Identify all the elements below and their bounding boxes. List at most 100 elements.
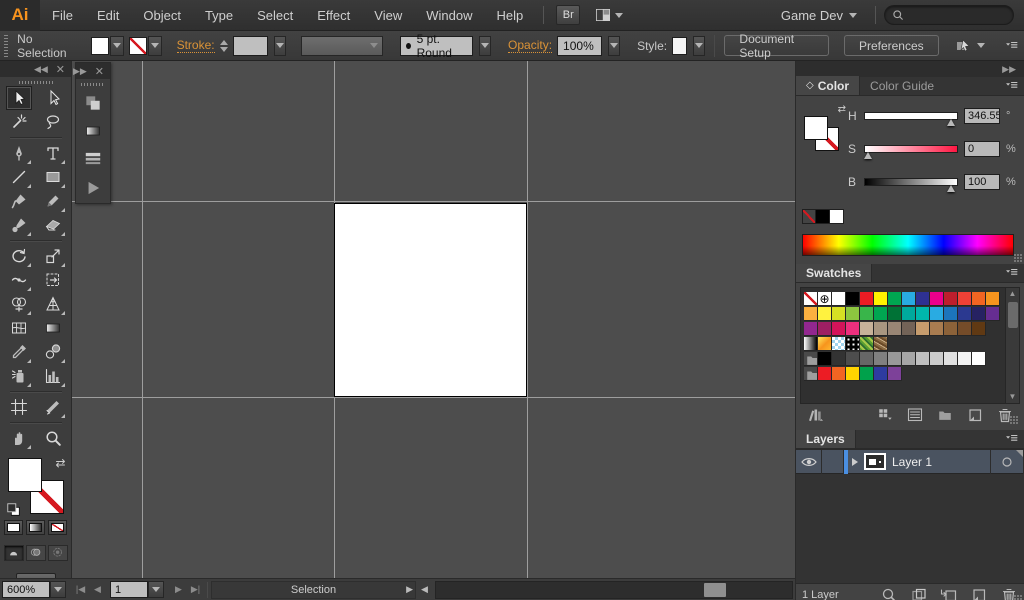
expand-right-icon[interactable]: ▶▶: [73, 66, 87, 77]
free-transform-tool[interactable]: [40, 268, 66, 292]
select-similar-icon[interactable]: [954, 37, 972, 55]
resize-grip[interactable]: [1010, 416, 1018, 424]
swatch-pattern[interactable]: [846, 337, 860, 351]
swatch-color[interactable]: [958, 352, 972, 366]
swatch-pattern[interactable]: [804, 337, 818, 351]
swatch-options-icon[interactable]: [906, 406, 924, 424]
swatch-color[interactable]: [958, 307, 972, 321]
zoom-tool[interactable]: [40, 426, 66, 450]
swatch-color[interactable]: [916, 322, 930, 336]
zoom-level-input[interactable]: 600%: [2, 581, 50, 598]
canvas[interactable]: ▶▶ ✕: [72, 61, 795, 578]
stroke-dropdown[interactable]: [148, 36, 162, 56]
perspective-grid-tool[interactable]: [40, 292, 66, 316]
panel-grip[interactable]: [4, 35, 8, 57]
scrollbar-thumb[interactable]: [1008, 302, 1018, 328]
scale-tool[interactable]: [40, 244, 66, 268]
swatch-color[interactable]: [874, 292, 888, 306]
swap-fill-stroke-icon[interactable]: ⇄: [838, 104, 846, 115]
scroll-up-icon[interactable]: ▲: [1009, 288, 1017, 300]
swatch-color[interactable]: [818, 322, 832, 336]
menu-select[interactable]: Select: [245, 0, 305, 31]
swatch-color[interactable]: [832, 307, 846, 321]
rectangle-tool[interactable]: [40, 165, 66, 189]
menu-effect[interactable]: Effect: [305, 0, 362, 31]
column-graph-tool[interactable]: [40, 364, 66, 388]
document-setup-button[interactable]: Document Setup: [724, 35, 829, 56]
color-spectrum-bar[interactable]: [802, 234, 1014, 256]
pencil-tool[interactable]: [40, 189, 66, 213]
type-tool[interactable]: [40, 141, 66, 165]
slider-value[interactable]: 100: [964, 174, 1000, 190]
menu-file[interactable]: File: [40, 0, 85, 31]
layer-name[interactable]: Layer 1: [892, 455, 932, 469]
eyedropper-tool[interactable]: [6, 340, 32, 364]
drag-handle[interactable]: [19, 81, 53, 84]
collapse-to-icons-icon[interactable]: ▶▶: [1002, 64, 1016, 75]
new-sublayer-icon[interactable]: [940, 586, 958, 600]
ramp-swatch[interactable]: [802, 209, 816, 224]
swatch-color[interactable]: [860, 352, 874, 366]
close-icon[interactable]: ✕: [95, 65, 104, 78]
horizontal-scrollbar[interactable]: [435, 581, 793, 599]
shape-builder-tool[interactable]: [6, 292, 32, 316]
drag-handle[interactable]: [81, 83, 105, 86]
opacity-dropdown[interactable]: [608, 36, 620, 56]
pen-tool[interactable]: [6, 141, 32, 165]
swatch-pattern[interactable]: [860, 337, 874, 351]
swatch-none[interactable]: [804, 292, 818, 306]
last-artboard-button[interactable]: ▶|: [187, 581, 204, 598]
swatch-pattern[interactable]: [874, 337, 888, 351]
stroke-weight-stepper[interactable]: [220, 40, 228, 52]
stroke-weight-input[interactable]: [233, 36, 268, 56]
swatch-color[interactable]: [832, 367, 846, 381]
pathfinder-icon[interactable]: [83, 93, 103, 113]
layer-row[interactable]: Layer 1: [796, 450, 1024, 474]
swatch-color[interactable]: [860, 307, 874, 321]
swatch-group-folder[interactable]: [804, 367, 818, 381]
status-menu-arrow-icon[interactable]: ▶: [406, 584, 413, 595]
swatch-libraries-icon[interactable]: [806, 406, 825, 424]
slider-handle[interactable]: [864, 152, 872, 159]
slider-track[interactable]: [864, 178, 958, 186]
swatch-group-folder[interactable]: [804, 352, 818, 366]
swatch-color[interactable]: [902, 307, 916, 321]
blend-tool[interactable]: [40, 340, 66, 364]
layer-lock-toggle[interactable]: [822, 450, 844, 474]
swatch-color[interactable]: [902, 322, 916, 336]
zoom-dropdown[interactable]: [50, 581, 66, 598]
artboard[interactable]: [334, 203, 527, 397]
tab-layers[interactable]: Layers: [796, 429, 856, 448]
ramp-swatch[interactable]: [830, 209, 844, 224]
scroll-down-icon[interactable]: ▼: [1009, 391, 1017, 403]
swatch-color[interactable]: [972, 307, 986, 321]
swatch-color[interactable]: [902, 352, 916, 366]
menu-edit[interactable]: Edit: [85, 0, 131, 31]
none-button[interactable]: [48, 520, 67, 535]
swatch-color[interactable]: [972, 292, 986, 306]
panel-menu-icon[interactable]: [1003, 79, 1020, 93]
next-artboard-button[interactable]: ▶: [170, 581, 187, 598]
swatches-scrollbar[interactable]: ▲ ▼: [1005, 288, 1019, 403]
locate-object-icon[interactable]: [880, 586, 898, 600]
style-dropdown[interactable]: [693, 36, 705, 56]
chevron-down-icon[interactable]: [977, 43, 985, 48]
swatch-pattern[interactable]: [818, 337, 832, 351]
slider-value[interactable]: 0: [964, 141, 1000, 157]
selection-tool[interactable]: [6, 86, 32, 110]
slider-handle[interactable]: [947, 185, 955, 192]
fill-proxy[interactable]: [804, 116, 828, 140]
swatch-color[interactable]: [874, 307, 888, 321]
rotate-tool[interactable]: [6, 244, 32, 268]
previous-artboard-button[interactable]: ◀: [89, 581, 106, 598]
scrollbar-thumb[interactable]: [704, 583, 726, 597]
search-input[interactable]: [906, 9, 1006, 21]
swatch-color[interactable]: [944, 307, 958, 321]
menu-help[interactable]: Help: [484, 0, 535, 31]
stroke-weight-label[interactable]: Stroke:: [177, 38, 215, 53]
panel-menu-icon[interactable]: [1003, 266, 1020, 280]
swatch-color[interactable]: [944, 322, 958, 336]
swatch-color[interactable]: [804, 307, 818, 321]
fill-color-control[interactable]: [91, 36, 124, 56]
new-swatch-icon[interactable]: [966, 406, 984, 424]
